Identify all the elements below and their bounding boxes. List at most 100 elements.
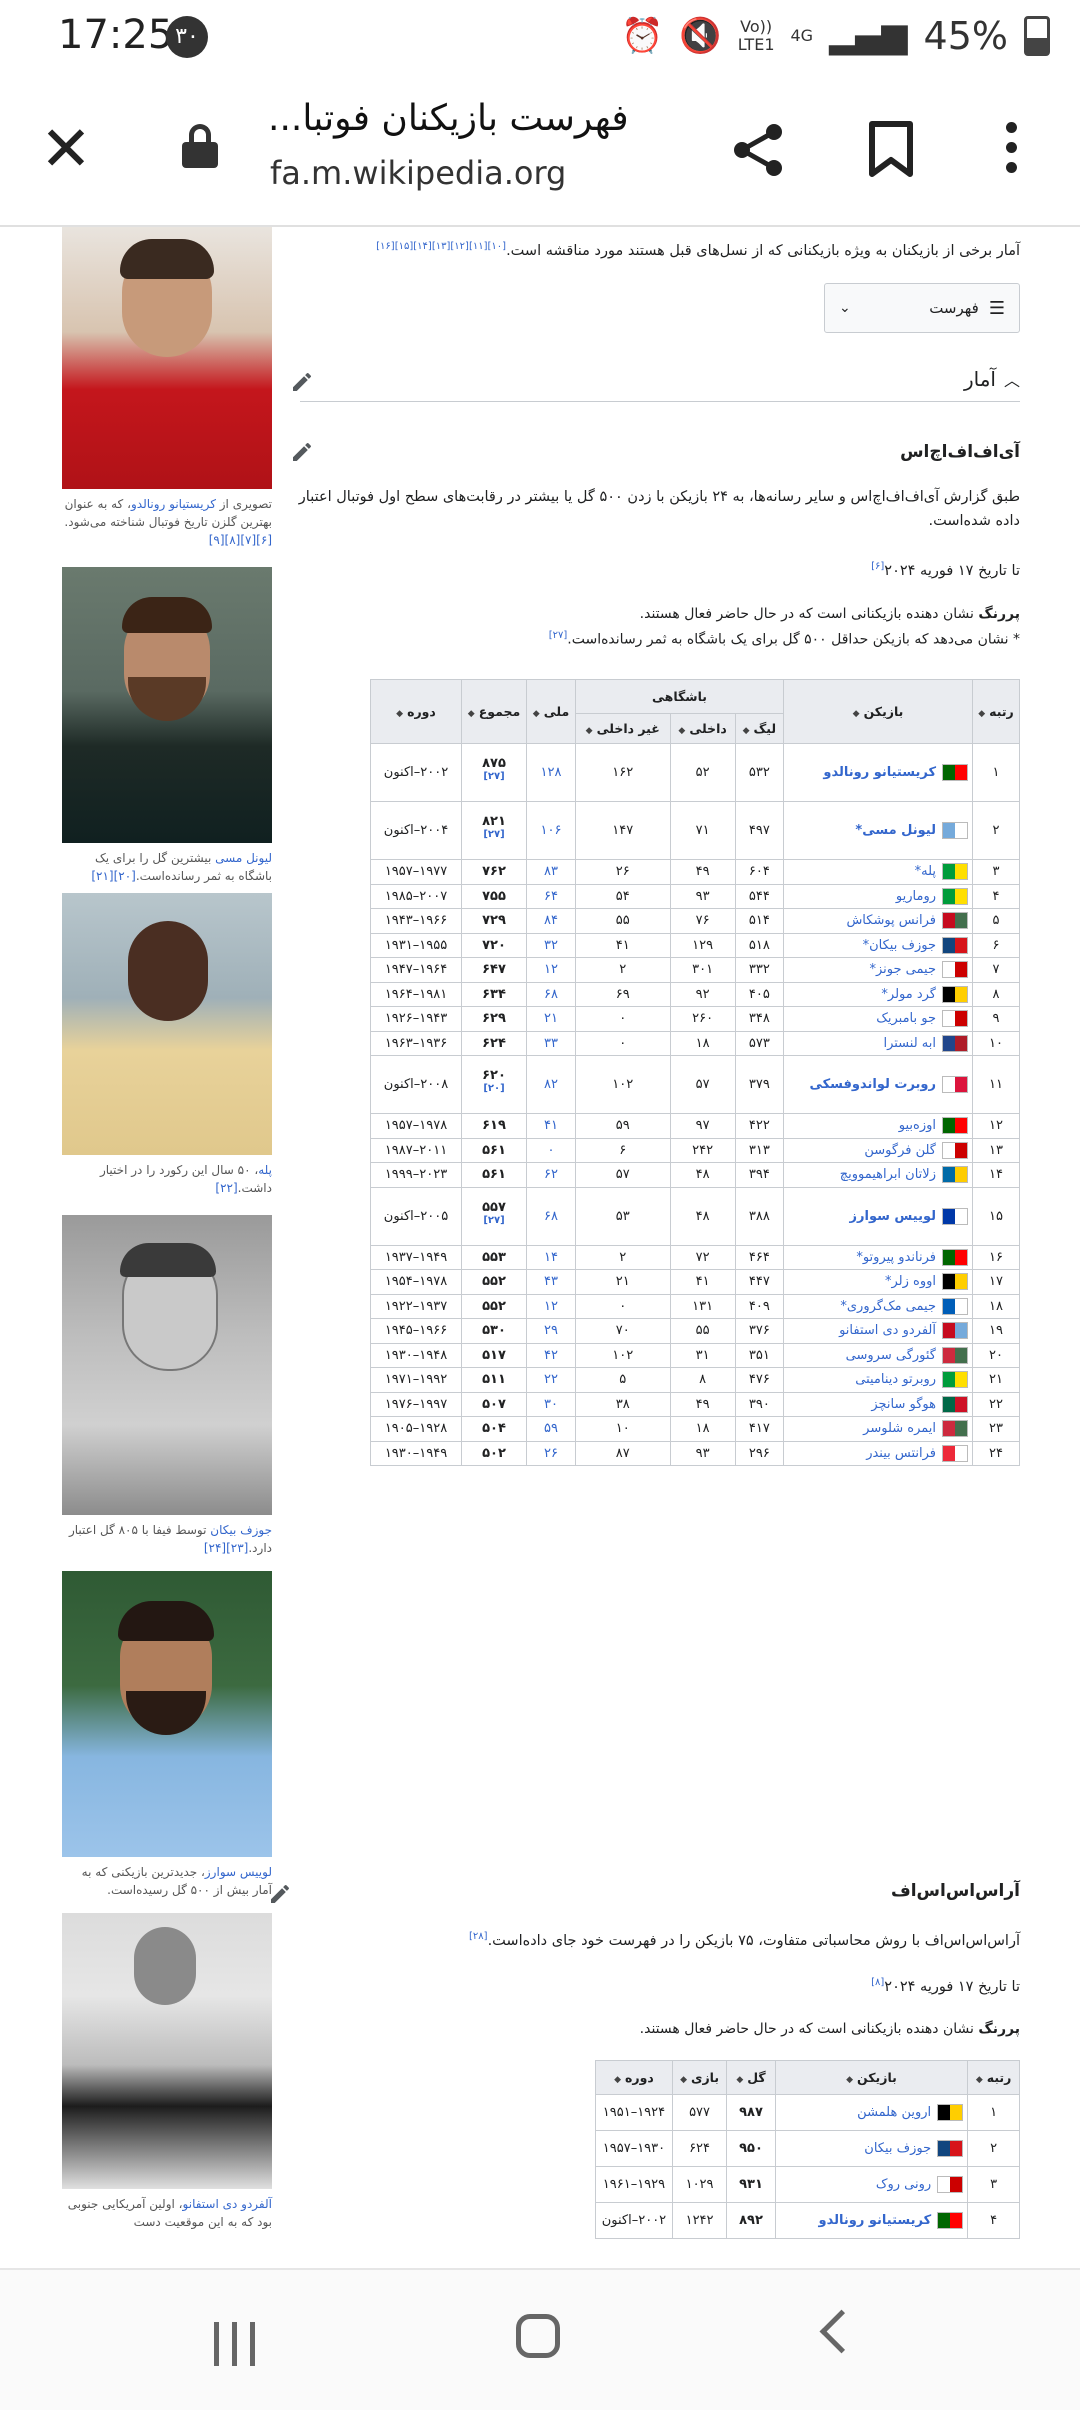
flag-icon xyxy=(937,2176,964,2193)
player-link[interactable]: کریستیانو رونالدو xyxy=(823,765,936,780)
player-cell[interactable]: گلن فرگوسن xyxy=(783,1137,973,1163)
player-link[interactable]: کریستیانو رونالدو xyxy=(819,2213,932,2228)
edit-pencil-icon[interactable] xyxy=(290,370,314,394)
lock-icon[interactable] xyxy=(182,124,218,168)
col-nondomestic[interactable]: غیر داخلی◆ xyxy=(575,713,671,744)
player-link[interactable]: رونی روک xyxy=(876,2177,931,2192)
player-link[interactable]: جیمی جونز* xyxy=(870,962,937,977)
col-period[interactable]: دوره◆ xyxy=(595,2060,673,2095)
player-link[interactable]: آلفردو دی استفانو xyxy=(839,1323,936,1338)
player-cell[interactable]: رونی روک xyxy=(774,2166,969,2203)
player-link[interactable]: فرانتس بیندر xyxy=(866,1446,936,1461)
player-link[interactable]: روماریو xyxy=(896,889,936,904)
col-goals[interactable]: گل◆ xyxy=(726,2060,776,2095)
photo-suarez[interactable] xyxy=(62,1571,272,1857)
player-cell[interactable]: جوزف بیکان* xyxy=(783,932,973,958)
player-cell[interactable]: لوییس سوارز xyxy=(783,1186,973,1246)
player-cell[interactable]: زلاتان ابراهیموویچ xyxy=(783,1162,973,1188)
photo-messi[interactable] xyxy=(62,567,272,843)
player-cell[interactable]: روبرتو دینامیتی xyxy=(783,1367,973,1393)
player-link[interactable]: گئورگی سروسی xyxy=(846,1348,936,1363)
player-link[interactable]: لیونل مسی* xyxy=(855,823,936,838)
share-icon[interactable] xyxy=(728,120,788,180)
photo-di-stefano[interactable] xyxy=(62,1913,272,2189)
page-url[interactable]: fa.m.wikipedia.org xyxy=(270,154,566,192)
period-cell: ۲۰۰۲–اکنون xyxy=(370,743,462,802)
player-cell[interactable]: هوگو سانچز xyxy=(783,1391,973,1417)
player-cell[interactable]: کریستیانو رونالدو xyxy=(774,2202,969,2239)
edit-pencil-icon[interactable] xyxy=(268,1882,292,1906)
player-cell[interactable]: جیمی جونز* xyxy=(783,957,973,983)
rank-cell: ۲۳ xyxy=(972,1416,1020,1442)
col-total[interactable]: مجموع◆ xyxy=(461,679,527,744)
player-cell[interactable]: جوزف بیکان xyxy=(774,2130,969,2167)
player-cell[interactable]: کریستیانو رونالدو xyxy=(783,743,973,802)
player-cell[interactable]: جیمی مک‌گروری* xyxy=(783,1293,973,1319)
player-cell[interactable]: گرد مولر* xyxy=(783,981,973,1007)
player-link[interactable]: جیمی مک‌گروری* xyxy=(840,1299,936,1314)
col-domestic[interactable]: داخلی◆ xyxy=(669,713,736,744)
photo-ronaldo[interactable] xyxy=(62,227,272,489)
section-header-stats[interactable]: ︿ آمار xyxy=(300,367,1020,402)
toc-button[interactable]: ☰ فهرست ⌄ xyxy=(824,283,1020,333)
player-cell[interactable]: پله* xyxy=(783,859,973,885)
col-rank[interactable]: رتبه◆ xyxy=(967,2060,1020,2095)
player-cell[interactable]: ایمره شلوسر xyxy=(783,1416,973,1442)
edit-pencil-icon[interactable] xyxy=(290,440,314,464)
photo-pele[interactable] xyxy=(62,893,272,1155)
player-link[interactable]: جو بامبریک xyxy=(876,1011,936,1026)
player-link[interactable]: هوگو سانچز xyxy=(871,1397,936,1412)
home-icon[interactable] xyxy=(516,2314,560,2358)
back-icon[interactable] xyxy=(819,2309,864,2354)
photo-bican[interactable] xyxy=(62,1215,272,1515)
player-cell[interactable]: اروین هلمشن xyxy=(774,2094,969,2131)
player-link[interactable]: گلن فرگوسن xyxy=(864,1143,936,1158)
player-link[interactable]: اووه زلر* xyxy=(885,1274,936,1289)
total-reference[interactable]: [۲۷] xyxy=(483,771,504,782)
player-link[interactable]: گرد مولر* xyxy=(881,987,936,1002)
player-link[interactable]: جوزف بیکان* xyxy=(863,938,936,953)
rank-cell: ۱۹ xyxy=(972,1318,1020,1344)
col-games[interactable]: بازی◆ xyxy=(671,2060,728,2095)
player-cell[interactable]: گئورگی سروسی xyxy=(783,1342,973,1368)
intro-references[interactable]: [۱۰][۱۱][۱۲][۱۳][۱۴][۱۵][۱۶] xyxy=(376,241,506,252)
player-link[interactable]: فرانس پوشکاش xyxy=(846,913,936,928)
player-cell[interactable]: روبرت لواندوفسکی xyxy=(783,1055,973,1114)
player-link[interactable]: اوزه‌بیو xyxy=(899,1118,936,1133)
total-reference[interactable]: [۲۷] xyxy=(483,829,504,840)
player-cell[interactable]: فرانتس بیندر xyxy=(783,1440,973,1466)
player-link[interactable]: روبرت لواندوفسکی xyxy=(809,1077,936,1092)
player-link[interactable]: جوزف بیکان xyxy=(864,2141,931,2156)
player-link[interactable]: لوییس سوارز xyxy=(850,1209,936,1224)
player-cell[interactable]: جو بامبریک xyxy=(783,1006,973,1032)
recent-apps-icon[interactable] xyxy=(214,2322,258,2366)
player-link[interactable]: ابه لنسترا xyxy=(883,1036,936,1051)
bookmark-icon[interactable] xyxy=(868,120,914,178)
caption-di-stefano: آلفردو دی استفانو، اولین آمریکایی جنوبی … xyxy=(67,2197,272,2229)
period-cell: ۱۹۵۵–۱۹۳۱ xyxy=(370,932,462,958)
col-player[interactable]: بازیکن◆ xyxy=(774,2060,969,2095)
player-cell[interactable]: لیونل مسی* xyxy=(783,801,973,860)
total-reference[interactable]: [۲۰] xyxy=(483,1083,504,1094)
player-link[interactable]: زلاتان ابراهیموویچ xyxy=(840,1167,936,1182)
more-options-icon[interactable] xyxy=(1006,122,1018,182)
player-cell[interactable]: فرانس پوشکاش xyxy=(783,908,973,934)
col-national[interactable]: ملی◆ xyxy=(526,679,576,744)
player-cell[interactable]: اووه زلر* xyxy=(783,1269,973,1295)
player-link[interactable]: اروین هلمشن xyxy=(857,2105,931,2120)
col-period[interactable]: دوره◆ xyxy=(370,679,462,744)
player-link[interactable]: روبرتو دینامیتی xyxy=(855,1372,936,1387)
player-link[interactable]: ایمره شلوسر xyxy=(863,1421,936,1436)
col-rank[interactable]: رتبه◆ xyxy=(972,679,1020,744)
player-link[interactable]: پله* xyxy=(915,864,936,879)
col-player[interactable]: بازیکن◆ xyxy=(783,679,973,744)
player-cell[interactable]: اوزه‌بیو xyxy=(783,1113,973,1139)
player-cell[interactable]: روماریو xyxy=(783,883,973,909)
col-league[interactable]: لیگ◆ xyxy=(734,713,785,744)
total-reference[interactable]: [۲۷] xyxy=(483,1215,504,1226)
player-cell[interactable]: آلفردو دی استفانو xyxy=(783,1318,973,1344)
player-link[interactable]: فرناندو پیروتو* xyxy=(856,1250,936,1265)
player-cell[interactable]: ابه لنسترا xyxy=(783,1030,973,1056)
close-icon[interactable]: ✕ xyxy=(40,118,92,180)
player-cell[interactable]: فرناندو پیروتو* xyxy=(783,1244,973,1270)
